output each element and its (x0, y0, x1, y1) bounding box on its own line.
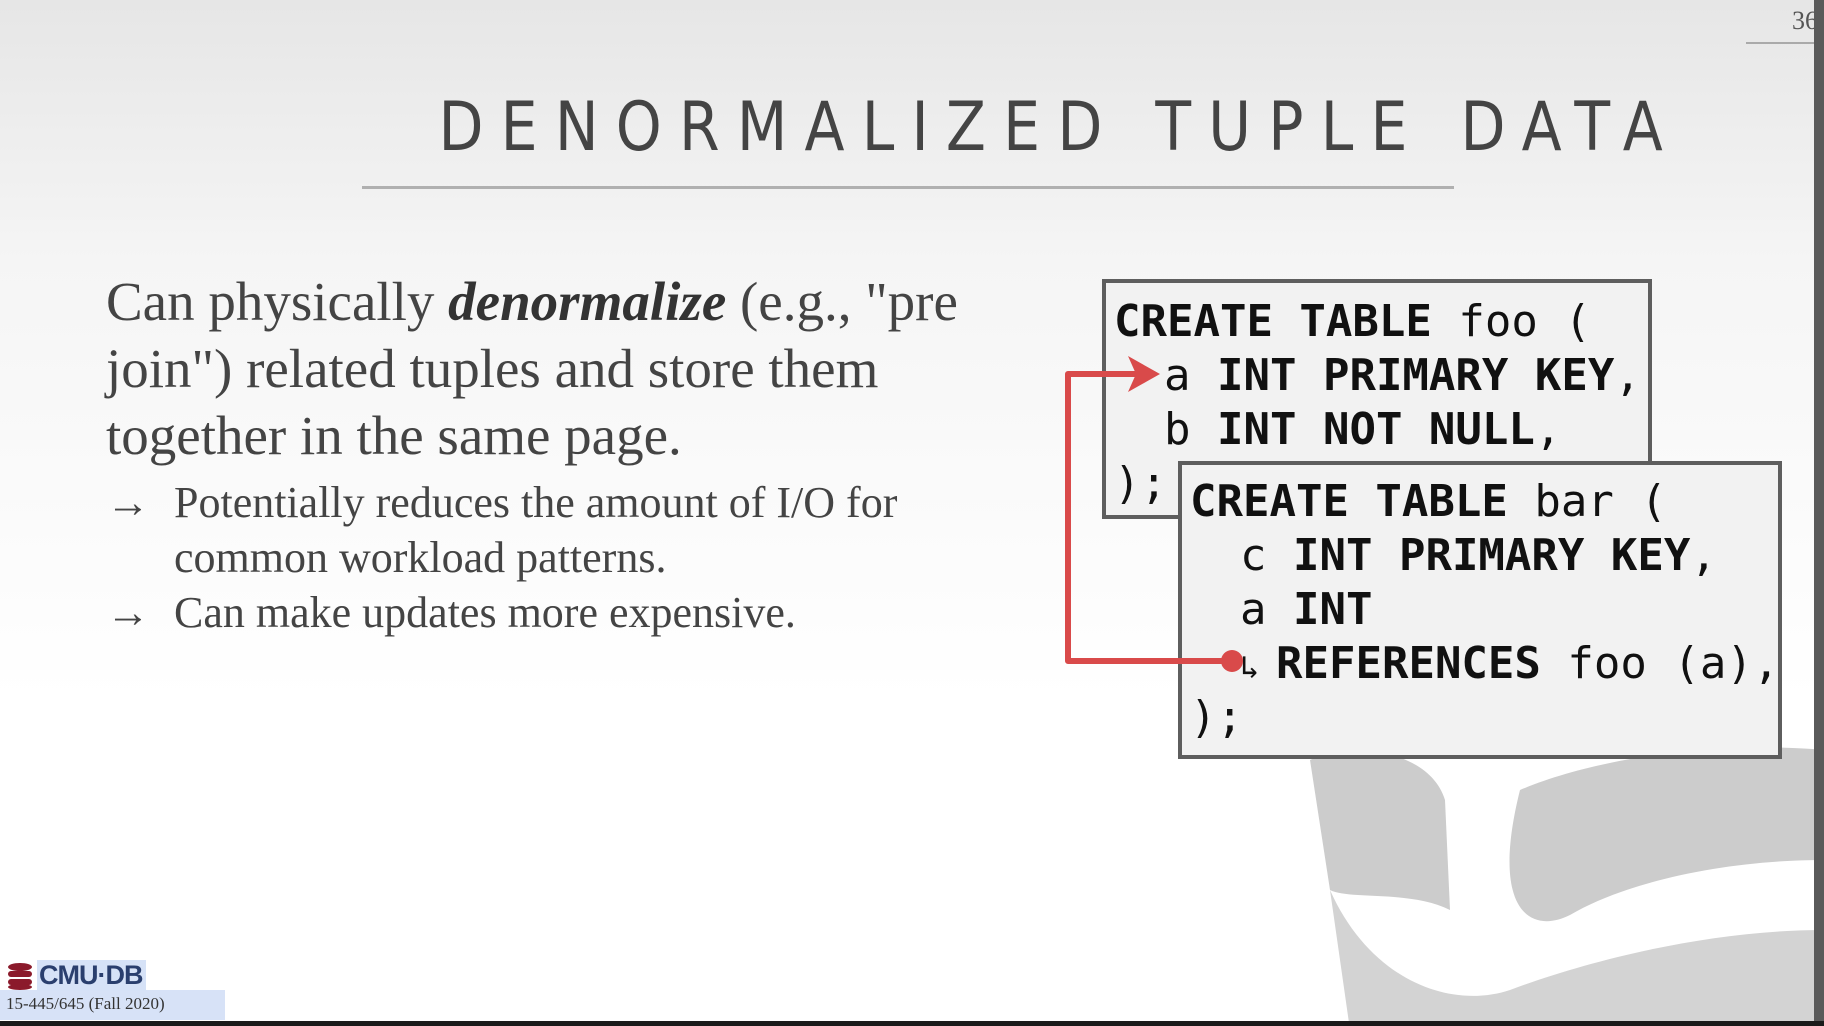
code-text: , (1614, 350, 1641, 401)
return-arrow-icon: ↳ (1240, 648, 1260, 686)
code-text: b (1164, 404, 1191, 455)
code-keyword: INT PRIMARY KEY (1293, 530, 1691, 581)
code-text: bar ( (1507, 476, 1667, 527)
bullet-arrow-icon: → (106, 588, 150, 637)
code-text: , (1534, 404, 1562, 455)
page-number-rule (1746, 42, 1818, 44)
code-line: b INT NOT NULL, (1114, 403, 1648, 457)
code-text: foo (a), (1540, 638, 1780, 689)
course-label: 15-445/645 (Fall 2020) (6, 994, 165, 1013)
cmu-db-logo: CMU·DB (6, 960, 147, 991)
code-keyword: INT PRIMARY KEY (1217, 350, 1615, 401)
database-logo-icon (8, 962, 32, 990)
code-text: , (1690, 530, 1717, 581)
code-keyword: CREATE TABLE (1114, 296, 1432, 347)
page-number: 36 (1792, 6, 1818, 35)
code-keyword: REFERENCES (1276, 638, 1541, 689)
bullet-arrow-icon: → (106, 478, 150, 527)
right-edge-strip (1814, 0, 1824, 1021)
code-keyword: CREATE TABLE (1190, 476, 1508, 527)
code-text: foo ( (1431, 296, 1591, 347)
bullet-text: Potentially reduces the amount of I/O fo… (174, 478, 898, 582)
code-line: CREATE TABLE foo ( (1114, 295, 1648, 349)
database-watermark-icon (1310, 747, 1824, 1021)
code-text: c (1240, 530, 1267, 581)
logo-text: CMU·DB (37, 960, 147, 991)
bullet-item: → Potentially reduces the amount of I/O … (106, 475, 1006, 585)
code-line: ); (1190, 692, 1243, 743)
code-line: a INT (1190, 583, 1778, 637)
main-point-emphasis: denormalize (448, 271, 727, 332)
code-text: a (1164, 350, 1191, 401)
main-point-before: Can physically (106, 271, 449, 332)
code-line: a INT PRIMARY KEY, (1114, 349, 1648, 403)
code-text: a (1240, 584, 1267, 635)
code-box-bar: CREATE TABLE bar ( c INT PRIMARY KEY, a … (1178, 461, 1782, 759)
title-underline (362, 186, 1454, 189)
slide-body: Can physically denormalize (e.g., "pre j… (106, 268, 1006, 640)
bullet-item: → Can make updates more expensive. (106, 585, 1006, 640)
code-keyword: INT NOT NULL (1217, 404, 1535, 455)
code-line: CREATE TABLE bar ( (1190, 475, 1778, 529)
slide: 36 DENORMALIZED TUPLE DATA Can physicall… (0, 0, 1824, 1021)
code-keyword: INT (1293, 584, 1373, 635)
code-line: c INT PRIMARY KEY, (1190, 529, 1778, 583)
slide-title: DENORMALIZED TUPLE DATA (438, 88, 1680, 167)
code-line: ↳ REFERENCES foo (a), (1190, 637, 1780, 691)
bullet-text: Can make updates more expensive. (174, 588, 796, 637)
main-point: Can physically denormalize (e.g., "pre j… (106, 268, 1006, 469)
